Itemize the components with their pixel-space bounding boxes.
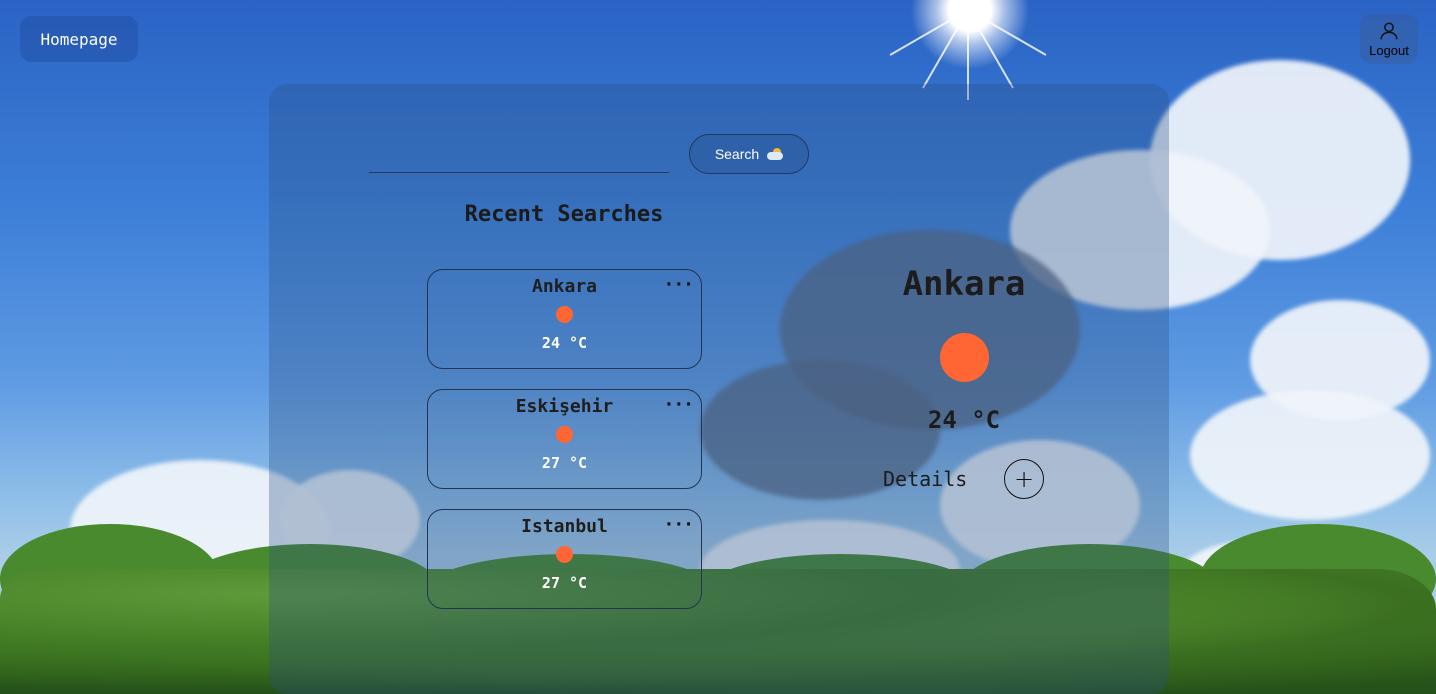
cloud-sun-icon bbox=[767, 148, 784, 160]
ellipsis-icon[interactable]: ··· bbox=[663, 514, 693, 535]
search-input[interactable] bbox=[369, 142, 673, 174]
user-icon bbox=[1380, 22, 1398, 40]
recent-card-city: Ankara bbox=[531, 276, 598, 297]
ellipsis-icon[interactable]: ··· bbox=[663, 274, 693, 295]
recent-card-eskisehir[interactable]: Eskişehir ··· 27 °C bbox=[427, 389, 702, 489]
logout-label: Logout bbox=[1369, 43, 1409, 58]
recent-card-temp: 24 °C bbox=[541, 334, 588, 352]
details-expand-button[interactable]: + bbox=[1004, 459, 1044, 499]
current-city-name: Ankara bbox=[902, 264, 1026, 304]
search-button-label: Search bbox=[714, 146, 760, 162]
plus-icon: + bbox=[1013, 465, 1035, 493]
ellipsis-icon[interactable]: ··· bbox=[663, 394, 693, 415]
logout-button[interactable]: Logout bbox=[1360, 14, 1418, 64]
sun-icon bbox=[940, 333, 989, 382]
sun-icon bbox=[556, 426, 573, 443]
recent-card-temp: 27 °C bbox=[541, 454, 588, 472]
sun-icon bbox=[556, 546, 573, 563]
recent-card-city: Eskişehir bbox=[515, 396, 614, 417]
homepage-label: Homepage bbox=[40, 29, 118, 49]
recent-card-istanbul[interactable]: Istanbul ··· 27 °C bbox=[427, 509, 702, 609]
recent-card-ankara[interactable]: Ankara ··· 24 °C bbox=[427, 269, 702, 369]
sun-icon bbox=[556, 306, 573, 323]
weather-panel: Search Recent Searches Ankara ··· 24 °C … bbox=[269, 84, 1169, 694]
homepage-button[interactable]: Homepage bbox=[20, 16, 138, 62]
search-button[interactable]: Search bbox=[689, 134, 809, 174]
recent-card-city: Istanbul bbox=[521, 516, 608, 537]
recent-card-temp: 27 °C bbox=[541, 574, 588, 592]
search-underline bbox=[369, 172, 669, 173]
current-temperature: 24 °C bbox=[927, 406, 1001, 434]
details-label: Details bbox=[883, 467, 968, 491]
recent-searches-title: Recent Searches bbox=[464, 202, 664, 227]
